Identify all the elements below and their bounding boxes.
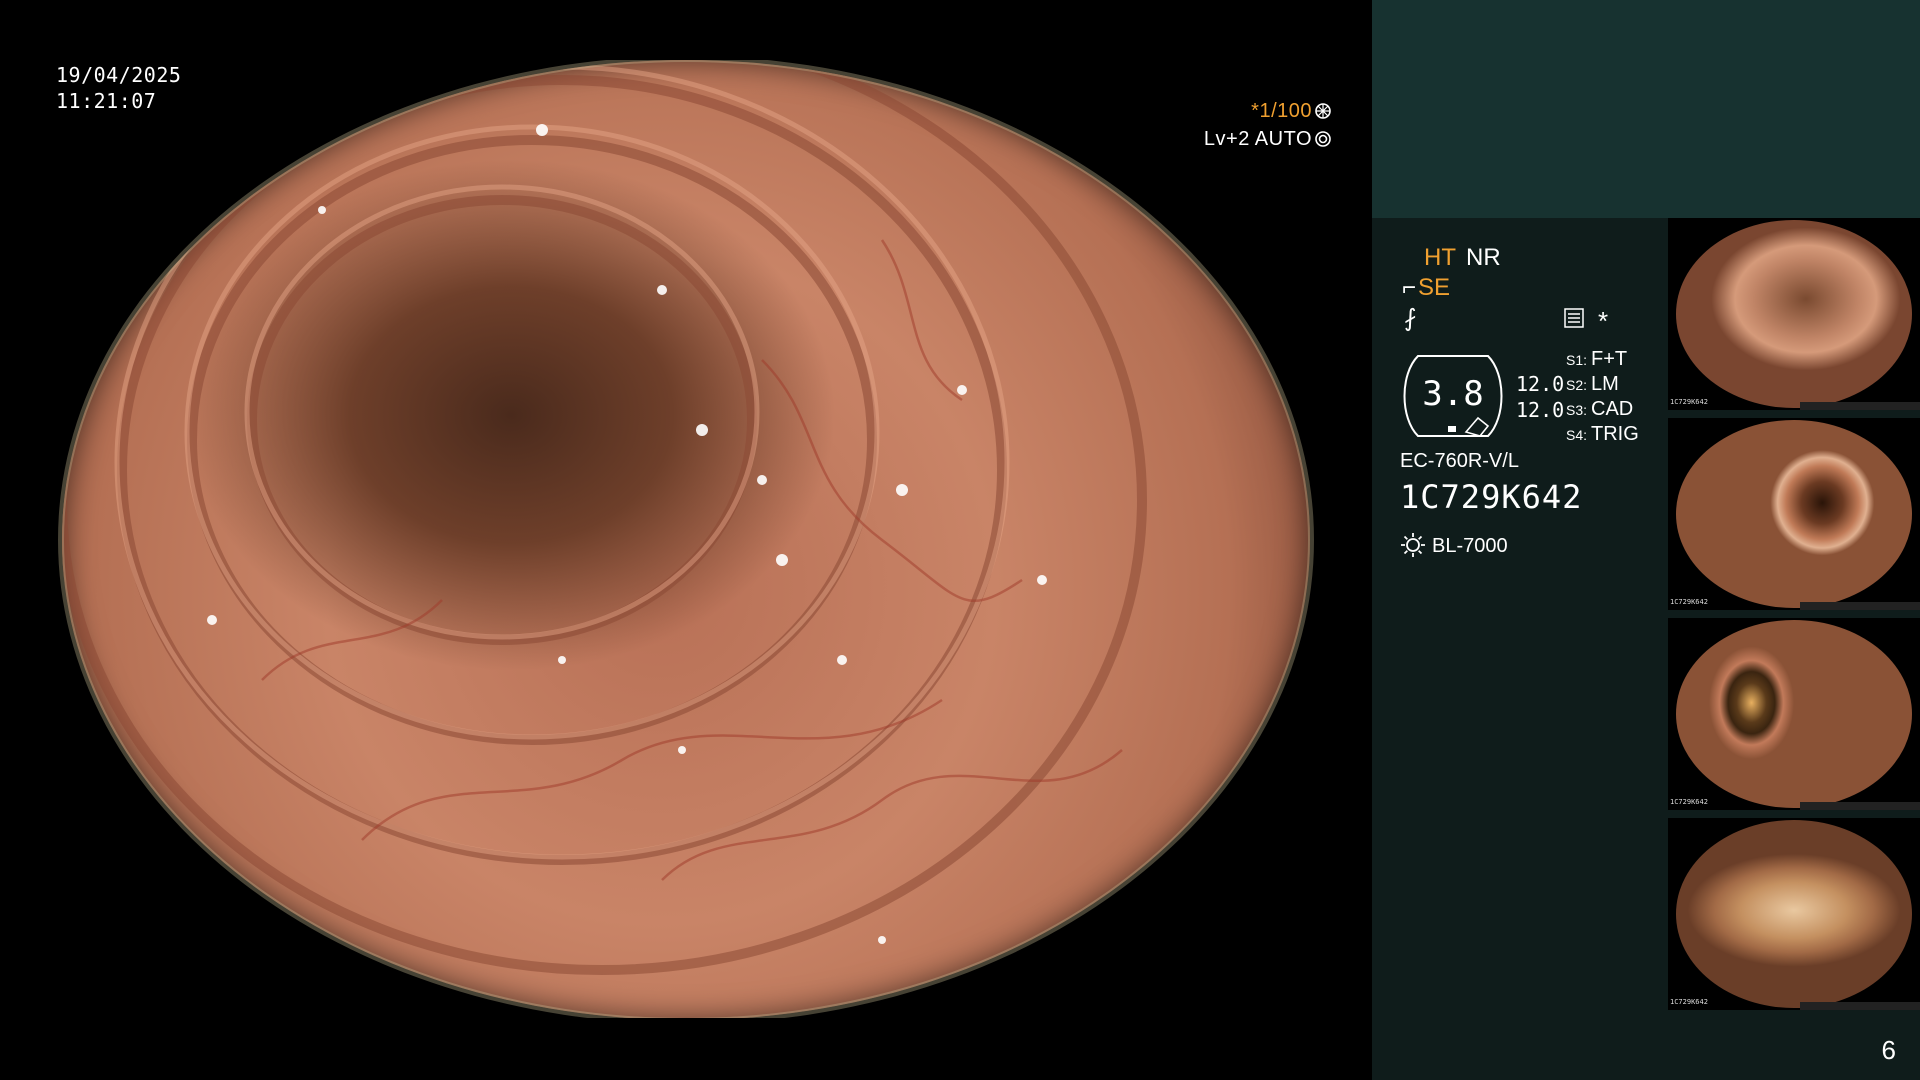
- thumbnail-image: [1676, 620, 1912, 808]
- switch-s4: S4: TRIG: [1566, 423, 1639, 445]
- thumbnail-1[interactable]: 1C729K642: [1668, 218, 1920, 410]
- gauge-right-value-1: 12.0: [1516, 372, 1565, 396]
- mode-nr: NR: [1466, 244, 1501, 271]
- level-readout: Lv+2 AUTO: [1204, 126, 1332, 152]
- thumbnail-image: [1676, 420, 1912, 608]
- info-panel: HT NR ⌐SE ⨏ * 3.8 12.0 12.0 S1: F+T S2: LM …: [1372, 0, 1920, 1080]
- enhance-icon: ⌐: [1402, 274, 1417, 301]
- gauge-value: 3.8: [1422, 374, 1484, 414]
- scope-model: EC-760R-V/L: [1400, 450, 1519, 472]
- aperture-icon: [1315, 103, 1331, 119]
- time-label: 11:21:07: [56, 89, 157, 113]
- view-bottom-mask: [0, 1018, 1372, 1080]
- endoscope-rim: [58, 56, 1314, 1024]
- star-indicator: *: [1598, 306, 1609, 336]
- light-source-icon: [1401, 533, 1425, 557]
- f-symbol-icon: ⨏: [1404, 305, 1417, 332]
- endoscope-view: 19/04/2025 11:21:07 *1/100 Lv+2 AUTO: [0, 0, 1372, 1080]
- thumbnail-image: [1676, 220, 1912, 408]
- thumbnail-image: [1676, 820, 1912, 1008]
- settings-list-icon: [1564, 308, 1584, 328]
- thumbnail-4[interactable]: 1C729K642: [1668, 818, 1920, 1010]
- thumbnail-caption: 1C729K642: [1670, 398, 1708, 406]
- gauge-right-value-2: 12.0: [1516, 398, 1565, 422]
- thumbnail-2[interactable]: 1C729K642: [1668, 418, 1920, 610]
- switch-s2: S2: LM: [1566, 373, 1619, 395]
- mode-row-ht: HT NR: [1424, 244, 1501, 272]
- switch-s1: S1: F+T: [1566, 348, 1628, 370]
- mode-ht: HT: [1424, 244, 1456, 271]
- scope-serial: 1C729K642: [1400, 478, 1583, 516]
- thumbnail-bar: [1800, 402, 1920, 410]
- light-source: BL-7000: [1400, 532, 1508, 558]
- thumbnail-caption: 1C729K642: [1670, 998, 1708, 1006]
- panel-header-block: [1372, 0, 1920, 218]
- mode-row-se: ⌐SE: [1402, 274, 1450, 302]
- page-number: 6: [1881, 1035, 1896, 1065]
- switch-s3: S3: CAD: [1566, 398, 1634, 420]
- light-source-label: BL-7000: [1432, 535, 1508, 557]
- thumbnail-caption: 1C729K642: [1670, 598, 1708, 606]
- shutter-label: *1/100: [1251, 100, 1312, 122]
- date-time-overlay: 19/04/2025 11:21:07: [56, 62, 181, 114]
- thumbnail-3[interactable]: 1C729K642: [1668, 618, 1920, 810]
- level-label: Lv+2 AUTO: [1203, 128, 1312, 150]
- mode-se: SE: [1418, 274, 1451, 301]
- date-label: 19/04/2025: [56, 63, 182, 87]
- thumbnail-bar: [1800, 802, 1920, 810]
- thumbnail-bar: [1800, 602, 1920, 610]
- thumbnail-caption: 1C729K642: [1670, 798, 1708, 806]
- shutter-readout: *1/100: [1251, 98, 1332, 124]
- iris-icon: [1315, 131, 1331, 147]
- thumbnail-bar: [1800, 1002, 1920, 1010]
- view-top-mask: [0, 0, 1372, 60]
